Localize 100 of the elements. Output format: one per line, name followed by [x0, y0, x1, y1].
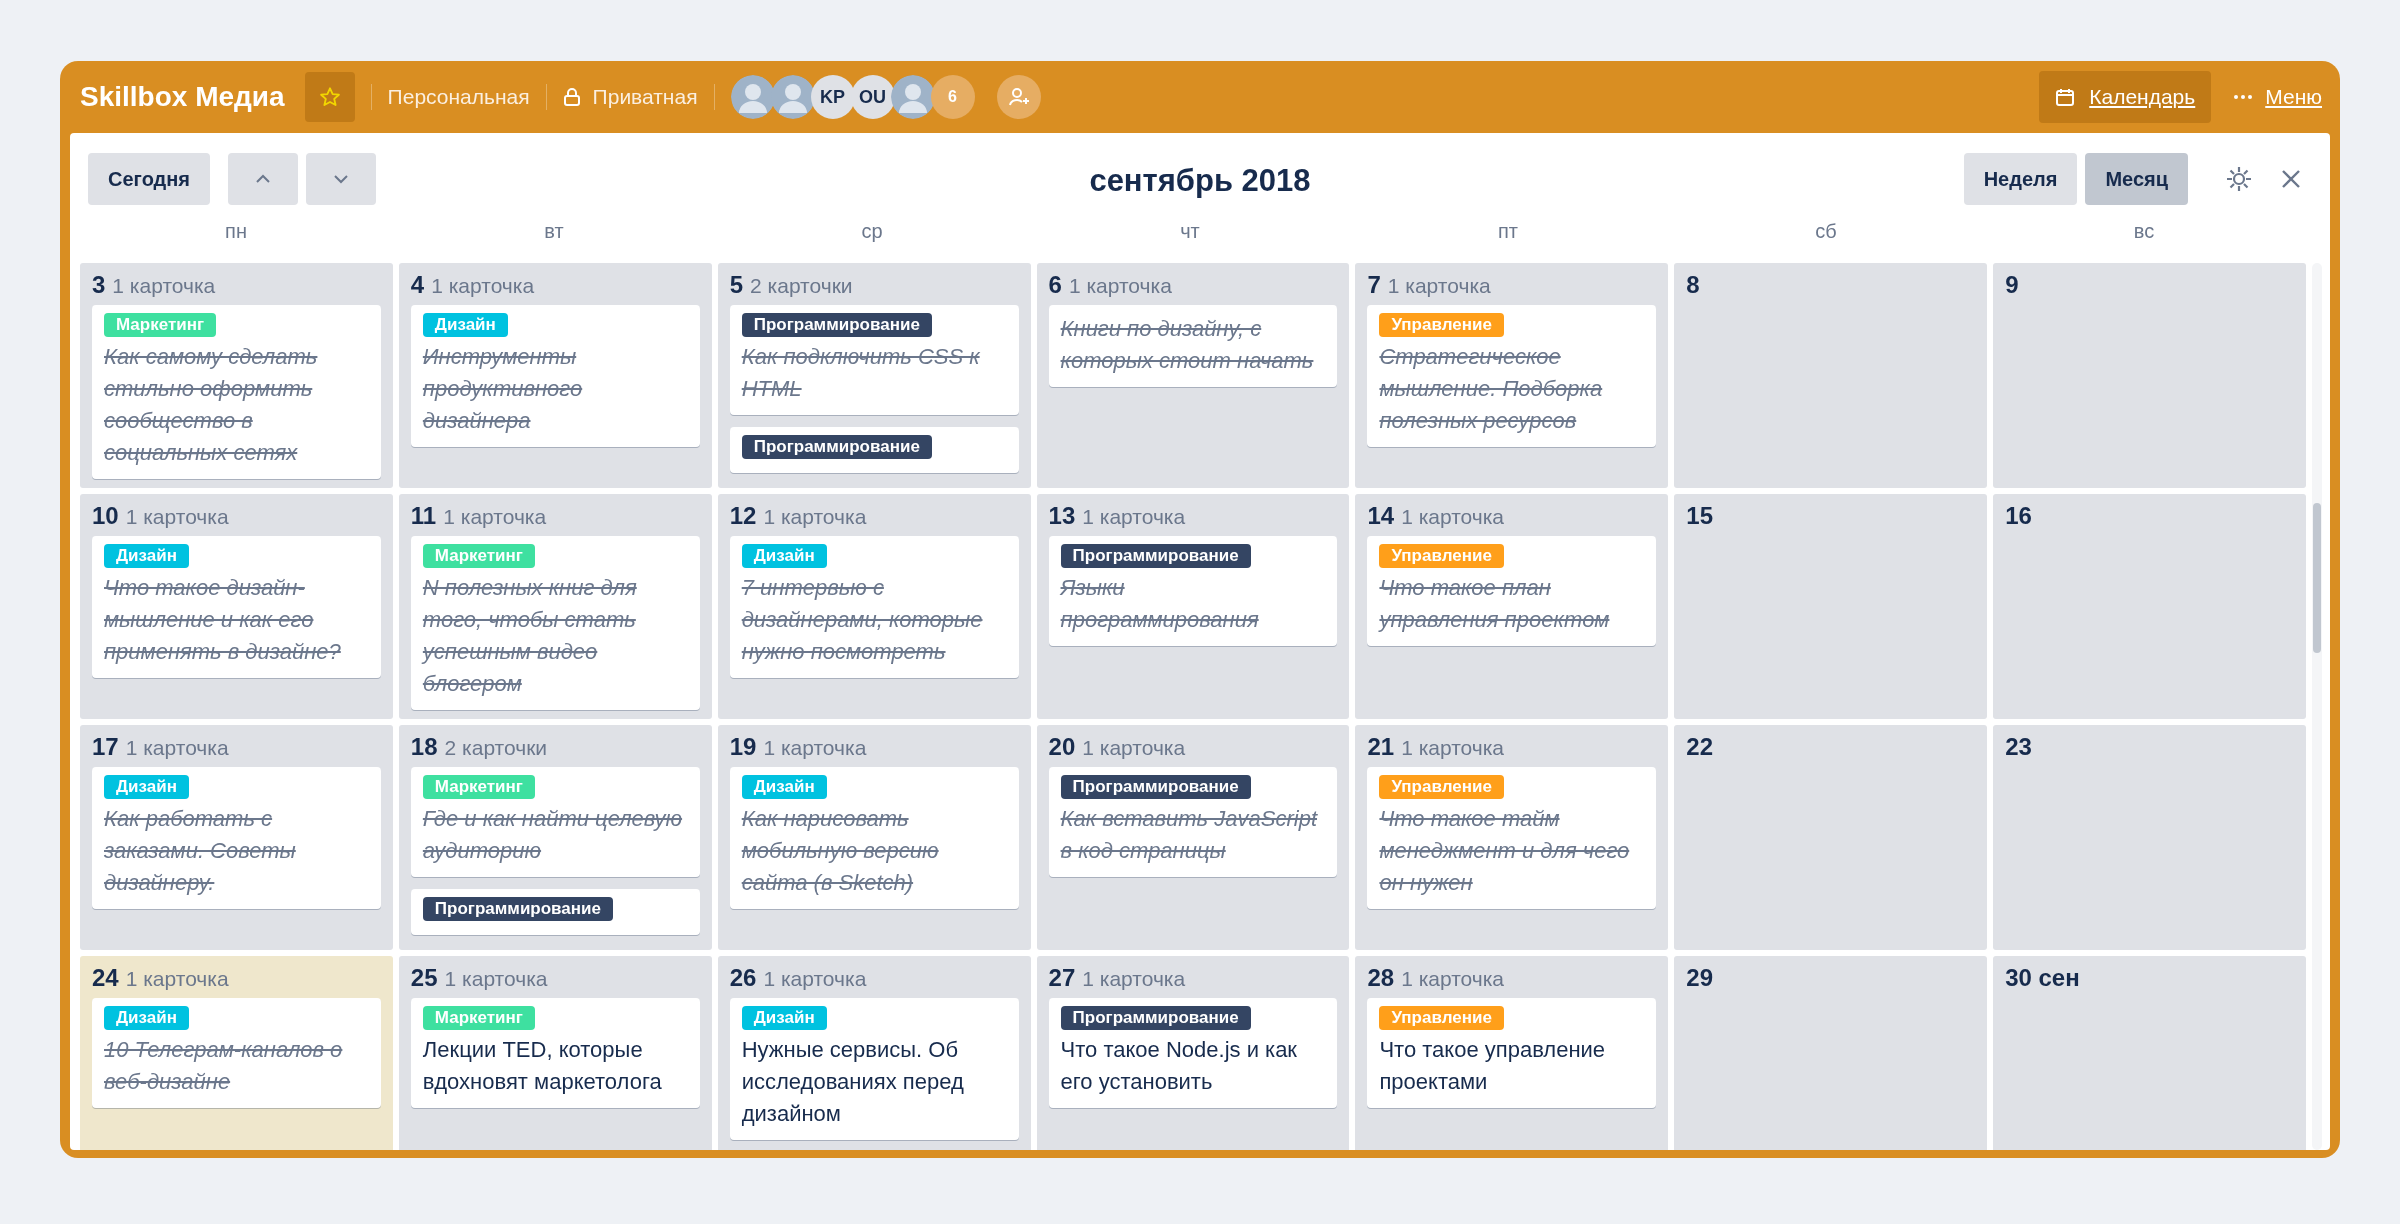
card-title: Как работать с заказами. Советы дизайнеру. [104, 805, 297, 897]
card-label: Программирование [422, 897, 613, 921]
day-cell[interactable]: 26 1 карточка Дизайн Нужные сервисы. Об исследованиях перед дизайном [717, 956, 1031, 1150]
day-cell[interactable]: 22 [1674, 725, 1988, 950]
calendar-card[interactable]: Дизайн Инструменты продуктивного дизайнера [410, 305, 700, 447]
day-number: 4 [410, 271, 425, 299]
day-cell[interactable]: 11 1 карточка Маркетинг N полезных книг для того, чтобы стать успешным видео блогером [398, 494, 712, 719]
day-cell[interactable]: 15 [1674, 494, 1988, 719]
day-cell[interactable]: 6 1 карточка Книги по дизайну, с которых стоит начать [1036, 263, 1350, 488]
calendar-card[interactable]: Маркетинг N полезных книг для того, чтобы стать успешным видео блогером [410, 536, 700, 710]
scrollbar[interactable] [2312, 263, 2322, 1150]
calendar-card[interactable]: Программирование Что такое Node.js и как его установить [1048, 998, 1338, 1108]
card-title: Нужные сервисы. Об исследованиях перед дизайном [741, 1036, 965, 1128]
day-cell[interactable]: 30 сен [1993, 956, 2306, 1150]
card-title: Как нарисовать мобильную версию сайта (в Sketch) [741, 805, 940, 897]
card-label: Дизайн [104, 1006, 189, 1030]
day-cell[interactable]: 28 1 карточка Управление Что такое управление проектами [1355, 956, 1669, 1150]
day-number: 7 [1367, 271, 1381, 299]
day-cell[interactable]: 17 1 карточка Дизайн Как работать с заказами. Советы дизайнеру. [80, 725, 393, 950]
close-icon[interactable] [2280, 168, 2302, 190]
day-number: 24 [92, 964, 119, 992]
day-number: 15 [1686, 502, 1713, 530]
card-label: Дизайн [104, 775, 189, 799]
calendar-card[interactable]: Управление Что такое тайм менеджмент и для чего он нужен [1367, 767, 1657, 909]
avatar[interactable] [730, 75, 775, 119]
day-cell[interactable]: 10 1 карточка Дизайн Что такое дизайн-мышление и как его применять в дизайне? [80, 494, 393, 719]
day-cell[interactable]: 29 [1674, 956, 1988, 1150]
day-cell[interactable]: 19 1 карточка Дизайн Как нарисовать мобильную версию сайта (в Sketch) [717, 725, 1031, 950]
calendar-card[interactable]: Программирование [410, 889, 700, 935]
card-count: 1 карточка [1082, 736, 1186, 760]
day-number: 26 [729, 964, 757, 992]
member-avatar[interactable]: OU [850, 75, 895, 119]
calendar-card[interactable]: Управление Что такое управление проектами [1367, 998, 1657, 1108]
weekday-label: вт [544, 219, 564, 243]
calendar-card[interactable]: Программирование [729, 427, 1019, 473]
calendar-card[interactable]: Дизайн Как нарисовать мобильную версию сайта (в Sketch) [729, 767, 1019, 909]
month-title: сентябрь 2018 [1089, 163, 1311, 199]
day-cell[interactable]: 14 1 карточка Управление Что такое план управления проектом [1355, 494, 1669, 719]
calendar-card[interactable]: Программирование Как подключить CSS к HTML [729, 305, 1019, 415]
add-member-button[interactable] [996, 75, 1041, 119]
day-cell[interactable]: 16 [1993, 494, 2306, 719]
day-cell[interactable]: 20 1 карточка Программирование Как вставить JavaScript в код страницы [1036, 725, 1350, 950]
calendar-card[interactable]: Дизайн Как работать с заказами. Советы дизайнеру. [92, 767, 381, 909]
calendar-card[interactable]: Дизайн 10 Телеграм-каналов о веб-дизайне [92, 998, 381, 1108]
view-tab[interactable]: Месяц [2085, 153, 2188, 205]
card-title: Что такое план управления проектом [1379, 574, 1611, 634]
card-label: Маркетинг [422, 775, 535, 799]
calendar-card[interactable]: Дизайн Что такое дизайн-мышление и как его применять в дизайне? [92, 536, 381, 678]
day-cell[interactable]: 13 1 карточка Программирование Языки программирования [1036, 494, 1350, 719]
card-title: 10 Телеграм-каналов о веб-дизайне [104, 1036, 344, 1096]
day-cell[interactable]: 21 1 карточка Управление Что такое тайм менеджмент и для чего он нужен [1355, 725, 1669, 950]
day-cell[interactable]: 8 [1674, 263, 1988, 488]
today-button[interactable]: Сегодня [88, 153, 211, 205]
day-cell[interactable]: 12 1 карточка Дизайн 7 интервью с дизайнерами, которые нужно посмотреть [717, 494, 1031, 719]
card-label: Программирование [741, 435, 932, 459]
day-number: 27 [1048, 964, 1076, 992]
card-count: 1 карточка [125, 967, 229, 991]
card-label: Дизайн [741, 1006, 827, 1030]
weekday-label: сб [1815, 219, 1837, 243]
day-cell[interactable]: 18 2 карточки Маркетинг Где и как найти целевую аудиторию Программирование [398, 725, 712, 950]
day-cell[interactable]: 4 1 карточка Дизайн Инструменты продуктивного дизайнера [398, 263, 712, 488]
card-count: 1 карточка [763, 736, 867, 760]
weekday-label: пт [1498, 219, 1518, 243]
view-tab[interactable]: Неделя [1963, 153, 2078, 205]
avatar[interactable] [890, 75, 935, 119]
calendar-card[interactable]: Дизайн Нужные сервисы. Об исследованиях перед дизайном [729, 998, 1019, 1140]
member-avatar[interactable]: KP [810, 75, 855, 119]
card-count: 1 карточка [1068, 274, 1172, 298]
calendar-card[interactable]: Управление Что такое план управления проектом [1367, 536, 1657, 646]
card-count: 1 карточка [1401, 967, 1505, 991]
day-cell[interactable]: 3 1 карточка Маркетинг Как самому сделать стильно оформить сообщество в социальных сетях [80, 263, 393, 488]
calendar-card[interactable]: Дизайн 7 интервью с дизайнерами, которые нужно посмотреть [729, 536, 1019, 678]
more-icon[interactable] [2233, 94, 2254, 100]
day-number: 22 [1686, 733, 1713, 761]
calendar-card[interactable]: Маркетинг Где и как найти целевую аудиторию [410, 767, 700, 877]
star-button[interactable] [304, 72, 355, 122]
day-number: 21 [1367, 733, 1395, 761]
day-number: 17 [92, 733, 119, 761]
day-cell[interactable]: 5 2 карточки Программирование Как подключить CSS к HTML Программирование [717, 263, 1031, 488]
day-number: 12 [729, 502, 757, 530]
calendar-card[interactable]: Программирование Как вставить JavaScript в код страницы [1048, 767, 1338, 877]
day-cell[interactable]: 27 1 карточка Программирование Что такое Node.js и как его установить [1036, 956, 1350, 1150]
card-count: 2 карточки [444, 736, 548, 760]
calendar-card[interactable]: Программирование Языки программирования [1048, 536, 1338, 646]
day-cell[interactable]: 25 1 карточка Маркетинг Лекции TED, которые вдохновят маркетолога [398, 956, 712, 1150]
day-cell[interactable]: 7 1 карточка Управление Стратегическое мышление. Подборка полезных ресурсов [1355, 263, 1669, 488]
chevron-down-icon [332, 173, 351, 185]
day-cell[interactable]: 9 [1993, 263, 2306, 488]
card-label: Дизайн [741, 544, 827, 568]
calendar-card[interactable]: Книги по дизайну, с которых стоит начать [1048, 305, 1338, 387]
settings-icon[interactable] [2224, 164, 2254, 194]
card-count: 1 карточка [444, 967, 548, 991]
day-number: 28 [1367, 964, 1395, 992]
day-cell[interactable]: 24 1 карточка Дизайн 10 Телеграм-каналов о веб-дизайне [80, 956, 393, 1150]
day-cell[interactable]: 23 [1993, 725, 2306, 950]
calendar-card[interactable]: Маркетинг Лекции TED, которые вдохновят маркетолога [410, 998, 700, 1108]
calendar-card[interactable]: Маркетинг Как самому сделать стильно оформить сообщество в социальных сетях [92, 305, 381, 479]
avatar[interactable] [770, 75, 815, 119]
calendar-card[interactable]: Управление Стратегическое мышление. Подборка полезных ресурсов [1367, 305, 1657, 447]
card-title: Инструменты продуктивного дизайнера [422, 343, 584, 435]
